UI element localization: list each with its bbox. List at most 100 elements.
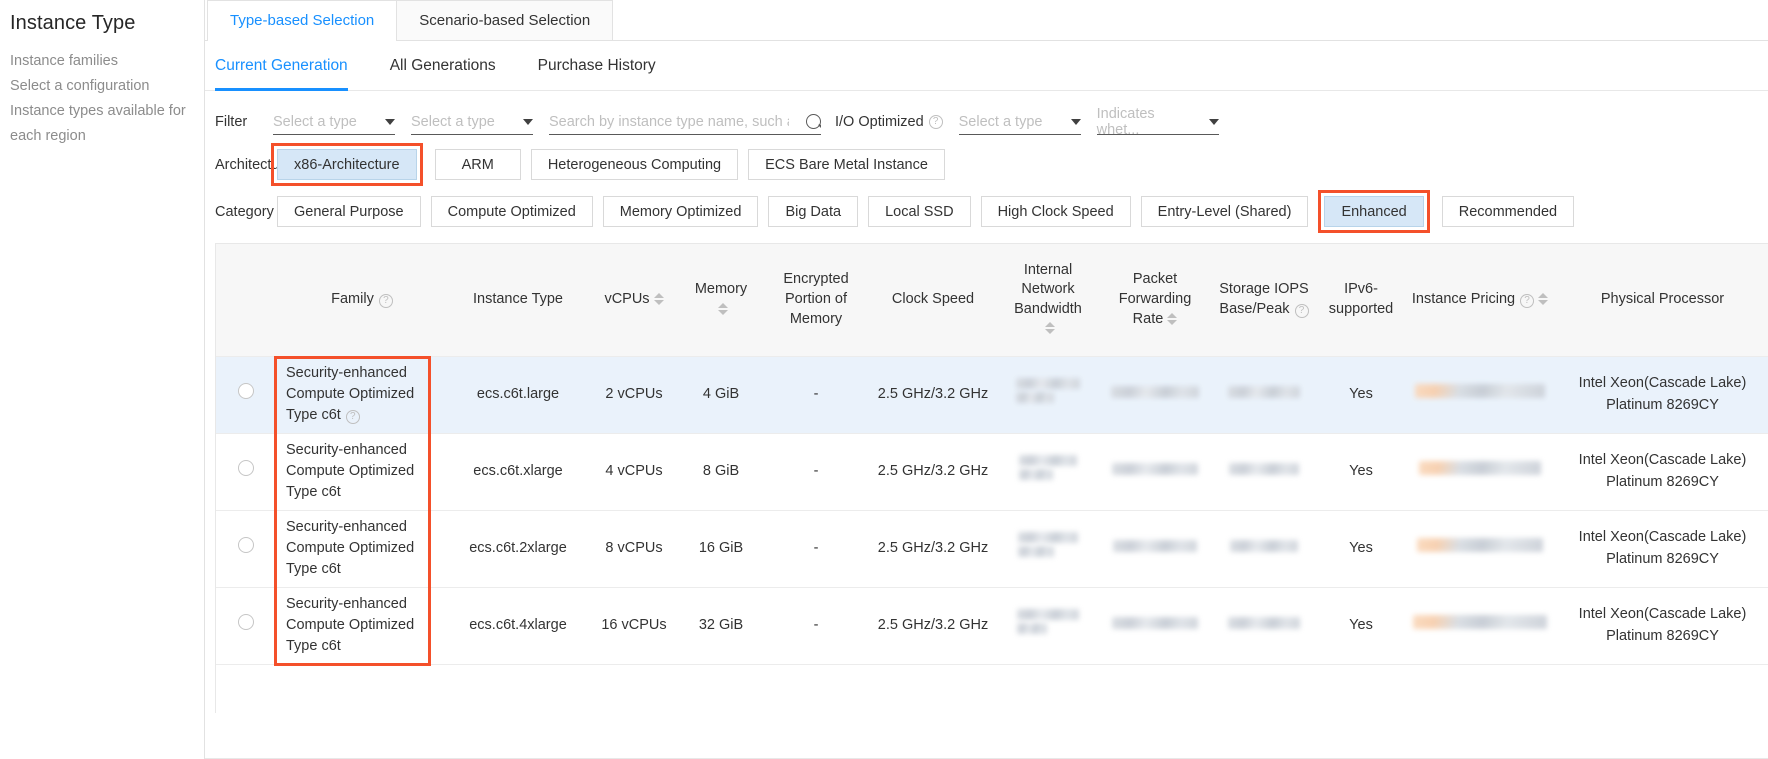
- cell-vcpus: 16 vCPUs: [588, 587, 680, 664]
- top-tabbar: Type-based Selection Scenario-based Sele…: [205, 0, 1768, 41]
- category-option-entry-level-shared[interactable]: Entry-Level (Shared): [1141, 196, 1309, 227]
- column-header-vcpus[interactable]: vCPUs: [588, 244, 680, 356]
- column-header-vcpus-label: vCPUs: [604, 291, 649, 307]
- question-circle-icon[interactable]: ?: [1520, 294, 1534, 308]
- cell-clock-speed: 2.5 GHz/3.2 GHz: [870, 587, 996, 664]
- cell-vcpus: 8 vCPUs: [588, 510, 680, 587]
- sort-icon[interactable]: [1538, 293, 1548, 305]
- architecture-option-arm[interactable]: ARM: [435, 149, 521, 180]
- cell-ipv6-supported: Yes: [1318, 433, 1404, 510]
- cell-internal-network-bandwidth: [996, 510, 1100, 587]
- cell-memory: 32 GiB: [680, 587, 762, 664]
- question-circle-icon[interactable]: ?: [379, 294, 393, 308]
- row-select-cell[interactable]: [216, 510, 276, 587]
- column-header-physical-processor: Physical Processor: [1556, 244, 1768, 356]
- column-header-internal-network-bandwidth[interactable]: Internal Network Bandwidth: [996, 244, 1100, 356]
- sort-icon[interactable]: [1167, 313, 1177, 325]
- search-input[interactable]: Search by instance type name, such as: [549, 109, 821, 135]
- filter-select-type-1-value: Select a type: [273, 114, 357, 130]
- radio-button[interactable]: [238, 460, 254, 476]
- cell-packet-forwarding-rate: [1100, 433, 1210, 510]
- tab-scenario-based-selection[interactable]: Scenario-based Selection: [396, 0, 613, 40]
- table-row[interactable]: Security-enhanced Compute Optimized Type…: [216, 433, 1768, 510]
- category-row: Category General Purpose Compute Optimiz…: [215, 196, 1768, 227]
- sidebar-item-select-a-configuration[interactable]: Select a configuration: [8, 74, 204, 99]
- question-circle-icon[interactable]: ?: [929, 115, 943, 129]
- filter-label: Filter: [215, 114, 273, 130]
- column-header-packet-forwarding-rate[interactable]: Packet Forwarding Rate: [1100, 244, 1210, 356]
- architecture-option-ecs-bare-metal-instance[interactable]: ECS Bare Metal Instance: [748, 149, 945, 180]
- filter-select-type-2[interactable]: Select a type: [411, 109, 533, 135]
- cell-ipv6-supported: Yes: [1318, 356, 1404, 433]
- radio-button[interactable]: [238, 383, 254, 399]
- sort-icon[interactable]: [1045, 322, 1055, 334]
- column-header-encrypted-portion-of-memory-label: Encrypted Portion of Memory: [783, 271, 848, 326]
- cell-instance-type: ecs.c6t.4xlarge: [448, 587, 588, 664]
- sidebar-item-instance-types-available[interactable]: Instance types available for each region: [8, 99, 188, 149]
- category-option-enhanced[interactable]: Enhanced: [1324, 196, 1423, 227]
- cell-packet-forwarding-rate: [1100, 510, 1210, 587]
- row-select-cell[interactable]: [216, 433, 276, 510]
- column-header-instance-pricing[interactable]: Instance Pricing?: [1404, 244, 1556, 356]
- cell-vcpus: 4 vCPUs: [588, 433, 680, 510]
- architecture-option-x86[interactable]: x86-Architecture: [277, 149, 417, 180]
- filter-select-type-1[interactable]: Select a type: [273, 109, 395, 135]
- category-option-local-ssd[interactable]: Local SSD: [868, 196, 971, 227]
- redacted-value: [1112, 617, 1198, 629]
- question-circle-icon[interactable]: ?: [1295, 304, 1309, 318]
- page-title: Instance Type: [8, 10, 204, 49]
- cell-memory: 4 GiB: [680, 356, 762, 433]
- cell-encrypted-portion-of-memory: -: [762, 510, 870, 587]
- redacted-value: [1016, 375, 1080, 406]
- row-select-cell[interactable]: [216, 587, 276, 664]
- cell-physical-processor: Intel Xeon(Cascade Lake) Platinum 8269CY: [1556, 510, 1768, 587]
- category-option-big-data[interactable]: Big Data: [768, 196, 858, 227]
- category-option-memory-optimized[interactable]: Memory Optimized: [603, 196, 759, 227]
- filter-select-type-3[interactable]: Select a type: [959, 109, 1081, 135]
- cell-family-text: Security-enhanced Compute Optimized Type…: [286, 519, 414, 577]
- chevron-down-icon: [385, 119, 395, 125]
- architecture-option-heterogeneous-computing[interactable]: Heterogeneous Computing: [531, 149, 738, 180]
- table-row[interactable]: Security-enhanced Compute Optimized Type…: [216, 510, 1768, 587]
- cell-storage-iops: [1210, 356, 1318, 433]
- chevron-down-icon: [1071, 119, 1081, 125]
- architecture-label: Architecture: [215, 157, 277, 173]
- category-option-general-purpose[interactable]: General Purpose: [277, 196, 421, 227]
- row-select-cell[interactable]: [216, 356, 276, 433]
- cell-encrypted-portion-of-memory: -: [762, 587, 870, 664]
- redacted-value: [1419, 461, 1541, 475]
- cell-storage-iops: [1210, 587, 1318, 664]
- tab-all-generations[interactable]: All Generations: [390, 41, 496, 91]
- radio-button[interactable]: [238, 537, 254, 553]
- redacted-value: [1415, 384, 1545, 398]
- tab-purchase-history[interactable]: Purchase History: [538, 41, 656, 91]
- filter-select-indicates-whether[interactable]: Indicates whet...: [1097, 109, 1219, 135]
- search-icon[interactable]: [806, 114, 821, 129]
- table-row[interactable]: Security-enhanced Compute Optimized Type…: [216, 356, 1768, 433]
- cell-instance-type: ecs.c6t.2xlarge: [448, 510, 588, 587]
- cell-family: Security-enhanced Compute Optimized Type…: [276, 587, 448, 664]
- sort-icon[interactable]: [718, 303, 728, 315]
- question-circle-icon[interactable]: ?: [346, 410, 360, 424]
- cell-internal-network-bandwidth: [996, 587, 1100, 664]
- category-option-compute-optimized[interactable]: Compute Optimized: [431, 196, 593, 227]
- filter-select-type-3-value: Select a type: [959, 114, 1043, 130]
- cell-instance-pricing: [1404, 587, 1556, 664]
- cell-physical-processor: Intel Xeon(Cascade Lake) Platinum 8269CY: [1556, 433, 1768, 510]
- category-option-high-clock-speed[interactable]: High Clock Speed: [981, 196, 1131, 227]
- sidebar-item-instance-families[interactable]: Instance families: [8, 49, 204, 74]
- redacted-value: [1113, 540, 1197, 552]
- tab-current-generation[interactable]: Current Generation: [215, 41, 348, 91]
- column-header-physical-processor-label: Physical Processor: [1601, 291, 1724, 307]
- table-row[interactable]: Security-enhanced Compute Optimized Type…: [216, 587, 1768, 664]
- chevron-down-icon: [1209, 119, 1219, 125]
- radio-button[interactable]: [238, 614, 254, 630]
- column-header-clock-speed: Clock Speed: [870, 244, 996, 356]
- architecture-row: Architecture x86-Architecture ARM Hetero…: [215, 149, 1768, 180]
- redacted-value: [1230, 540, 1298, 552]
- column-header-memory[interactable]: Memory: [680, 244, 762, 356]
- category-option-recommended[interactable]: Recommended: [1442, 196, 1574, 227]
- sort-icon[interactable]: [654, 293, 664, 305]
- sub-tabbar: Current Generation All Generations Purch…: [205, 41, 1768, 91]
- tab-type-based-selection[interactable]: Type-based Selection: [207, 0, 397, 40]
